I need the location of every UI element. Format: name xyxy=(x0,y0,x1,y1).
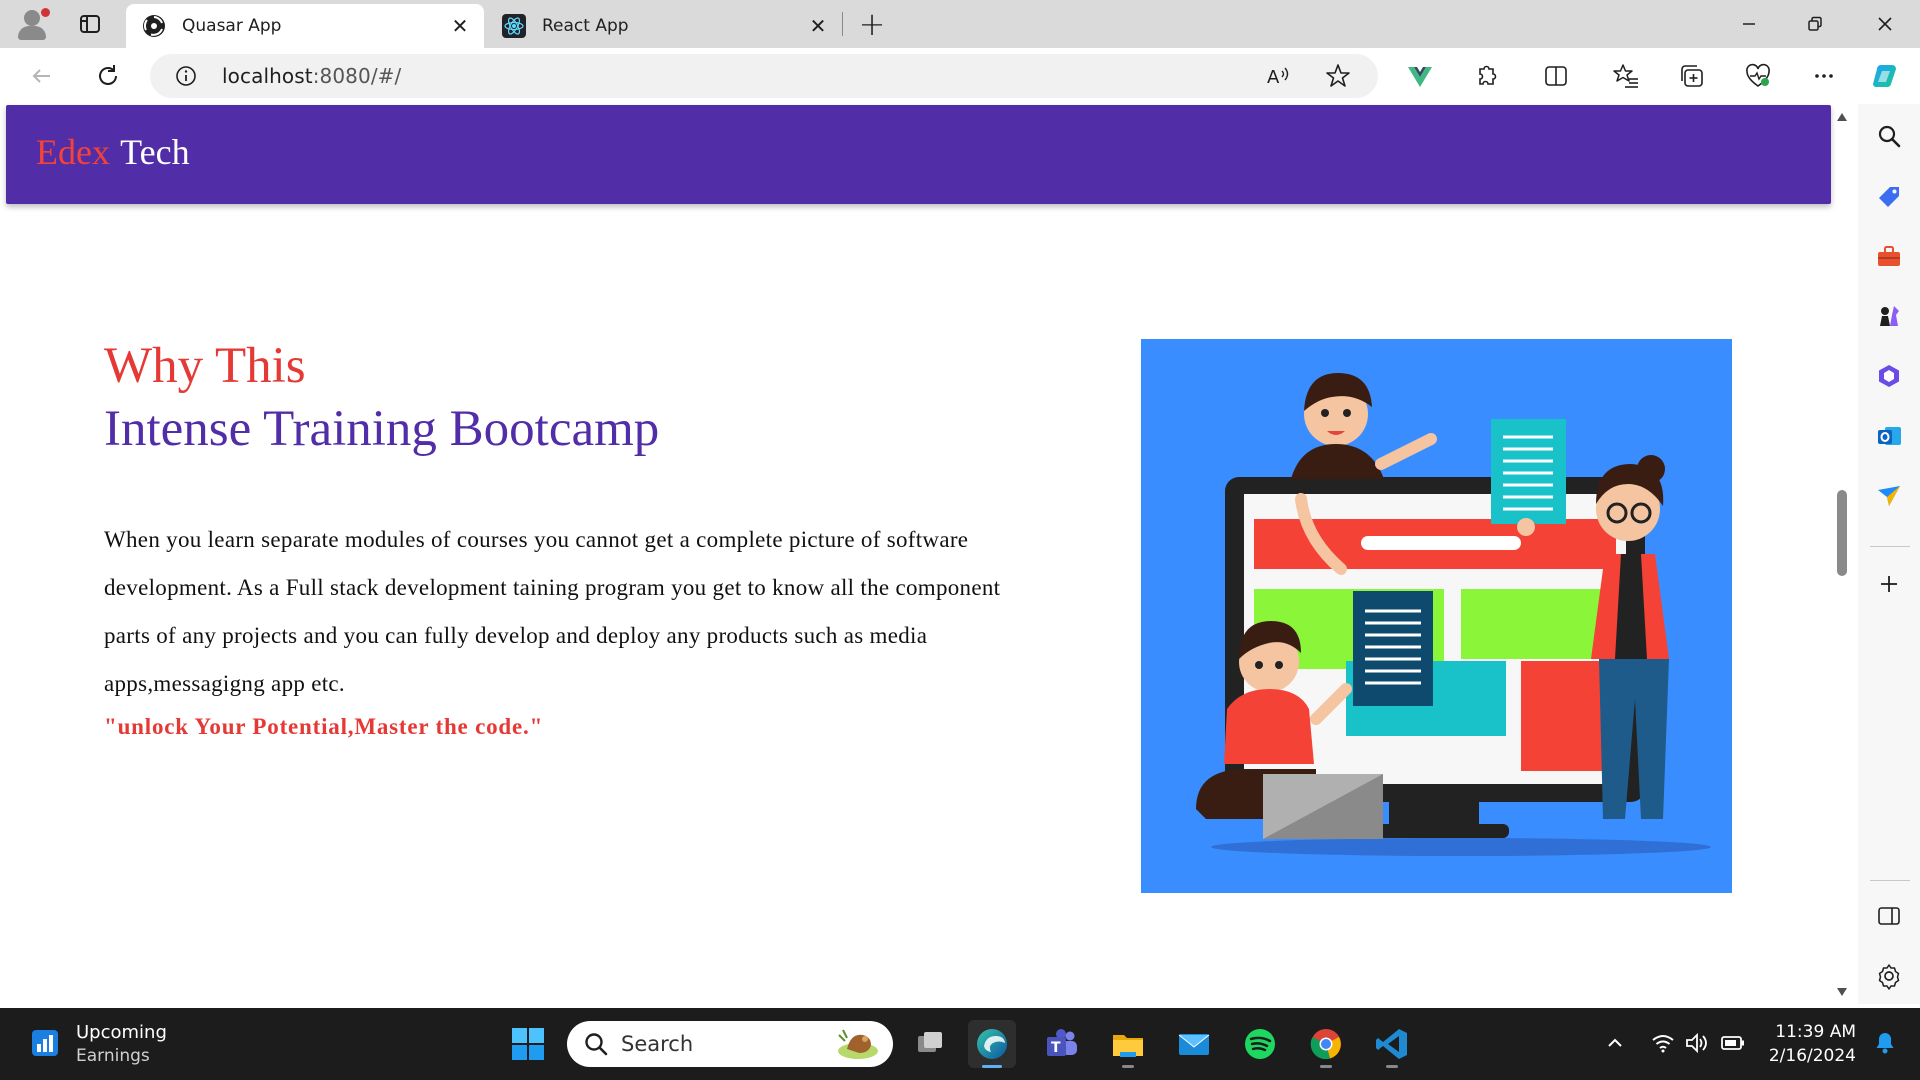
widget-subtitle: Earnings xyxy=(76,1046,150,1066)
read-aloud-icon[interactable]: A xyxy=(1264,62,1292,90)
send-icon[interactable] xyxy=(1873,480,1905,512)
svg-text:A: A xyxy=(1267,67,1280,88)
tab-actions-icon[interactable] xyxy=(78,12,102,36)
site-info-icon[interactable] xyxy=(174,64,198,88)
app-header: Edex Tech xyxy=(6,105,1831,204)
battery-icon[interactable] xyxy=(1718,1028,1748,1058)
spotify-icon[interactable] xyxy=(1236,1020,1284,1068)
start-button[interactable] xyxy=(504,1020,552,1068)
browser-toolbar: localhost:8080/#/ A xyxy=(0,48,1920,104)
tab-divider xyxy=(842,12,843,36)
search-icon[interactable] xyxy=(1873,120,1905,152)
file-explorer-icon[interactable] xyxy=(1104,1020,1152,1068)
tab-label: React App xyxy=(542,16,629,36)
toolbox-icon[interactable] xyxy=(1873,240,1905,272)
tab-label: Quasar App xyxy=(182,16,282,36)
extensions-icon[interactable] xyxy=(1470,60,1502,92)
sidebar-divider xyxy=(1870,880,1910,881)
teams-icon[interactable]: T xyxy=(1038,1020,1086,1068)
favorite-star-icon[interactable] xyxy=(1324,62,1352,90)
search-icon xyxy=(583,1031,609,1057)
close-tab-icon[interactable]: ✕ xyxy=(806,14,830,38)
close-tab-icon[interactable]: ✕ xyxy=(448,14,472,38)
profile-avatar[interactable] xyxy=(14,6,50,42)
vscode-icon[interactable] xyxy=(1368,1020,1416,1068)
chess-icon[interactable] xyxy=(1873,300,1905,332)
section-tagline: "unlock Your Potential,Master the code." xyxy=(104,714,544,739)
system-clock[interactable]: 11:39 AM 2/16/2024 xyxy=(1760,1020,1856,1068)
notification-dot xyxy=(41,8,50,17)
scroll-down-arrow-icon[interactable] xyxy=(1835,984,1849,998)
wifi-icon[interactable] xyxy=(1648,1028,1678,1058)
widget-title: Upcoming xyxy=(76,1022,167,1043)
more-options-icon[interactable] xyxy=(1808,60,1840,92)
stocks-chart-icon xyxy=(30,1028,60,1058)
tag-icon[interactable] xyxy=(1873,180,1905,212)
edge-taskbar-icon[interactable] xyxy=(968,1020,1016,1068)
collections-icon[interactable] xyxy=(1676,60,1708,92)
brand-part-tech: Tech xyxy=(120,132,190,172)
notification-bell-icon[interactable] xyxy=(1870,1028,1900,1058)
outlook-icon[interactable] xyxy=(1873,420,1905,452)
tab-react-app[interactable]: React App ✕ xyxy=(486,4,842,48)
search-highlight-icon xyxy=(833,1025,883,1063)
back-button[interactable] xyxy=(26,60,58,92)
quasar-logo-icon xyxy=(142,14,166,38)
tab-quasar-app[interactable]: Quasar App ✕ xyxy=(126,4,484,48)
edge-sidebar xyxy=(1858,104,1920,1004)
split-icon[interactable] xyxy=(1873,900,1905,932)
scroll-up-arrow-icon[interactable] xyxy=(1835,109,1849,123)
widgets-button[interactable]: Upcoming Earnings xyxy=(30,1022,170,1066)
copilot-icon[interactable] xyxy=(1870,60,1902,92)
split-screen-icon[interactable] xyxy=(1540,60,1572,92)
chrome-icon[interactable] xyxy=(1302,1020,1350,1068)
taskbar-search[interactable]: Search xyxy=(567,1021,893,1067)
page-scrollbar-thumb[interactable] xyxy=(1837,490,1847,576)
task-view-button[interactable] xyxy=(906,1020,954,1068)
windows-taskbar: Upcoming Earnings Search T 11:39 AM 2/16… xyxy=(0,1008,1920,1080)
close-window-button[interactable] xyxy=(1852,0,1918,48)
refresh-button[interactable] xyxy=(92,60,124,92)
section-body-text: When you learn separate modules of cours… xyxy=(104,527,1001,696)
restore-button[interactable] xyxy=(1782,0,1848,48)
vue-devtools-icon[interactable] xyxy=(1404,60,1436,92)
sidebar-divider xyxy=(1870,546,1910,547)
search-placeholder: Search xyxy=(621,1032,694,1056)
clock-date: 2/16/2024 xyxy=(1768,1046,1856,1066)
favorites-icon[interactable] xyxy=(1610,60,1642,92)
new-tab-button[interactable]: + xyxy=(856,8,888,40)
office-icon[interactable] xyxy=(1873,360,1905,392)
developers-illustration xyxy=(1141,339,1732,893)
add-icon[interactable] xyxy=(1873,568,1905,600)
section-heading-line2: Intense Training Bootcamp xyxy=(104,401,660,457)
section-heading-line1: Why This xyxy=(104,338,306,394)
brand-logo[interactable]: Edex Tech xyxy=(36,131,190,173)
volume-icon[interactable] xyxy=(1682,1028,1712,1058)
browser-titlebar: Quasar App ✕ React App ✕ + xyxy=(0,0,1920,48)
brand-part-edex: Edex xyxy=(36,132,110,172)
show-hidden-icons-chevron-icon[interactable] xyxy=(1600,1028,1630,1058)
clock-time: 11:39 AM xyxy=(1775,1022,1856,1042)
address-bar[interactable]: localhost:8080/#/ A xyxy=(150,54,1378,98)
react-logo-icon xyxy=(502,14,526,38)
url-text: localhost:8080/#/ xyxy=(222,64,402,88)
minimize-button[interactable] xyxy=(1716,0,1782,48)
settings-icon[interactable] xyxy=(1873,960,1905,992)
page-viewport: Edex Tech Why This Intense Training Boot… xyxy=(0,104,1840,1004)
svg-text:T: T xyxy=(1051,1040,1061,1056)
mail-icon[interactable] xyxy=(1170,1020,1218,1068)
browser-essentials-icon[interactable] xyxy=(1742,60,1774,92)
